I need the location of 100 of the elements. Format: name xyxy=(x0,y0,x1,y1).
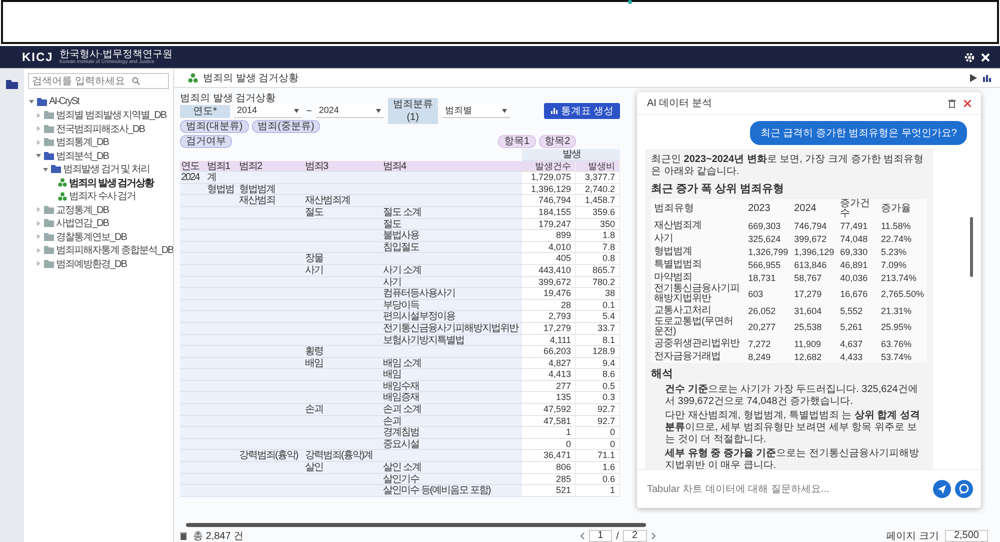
tree-item[interactable]: 경찰통계연보_DB xyxy=(28,230,126,244)
table-cell: 횡령 xyxy=(304,346,382,358)
dimension-chip[interactable]: 검거여부 xyxy=(180,135,232,148)
tree-item[interactable]: 범죄피해자통계 종합분석_DB xyxy=(28,244,173,257)
table-cell: 11.58% xyxy=(878,219,927,232)
table-cell xyxy=(180,230,206,242)
table-cell: 2,765.50% xyxy=(878,284,927,304)
column-header: 범죄1 xyxy=(206,160,238,172)
send-icon[interactable] xyxy=(933,480,951,498)
table-cell xyxy=(180,474,206,486)
generate-button[interactable]: 통계표 생성 xyxy=(544,103,620,119)
table-cell: 780.2 xyxy=(576,276,620,288)
table-cell xyxy=(180,438,206,450)
page-field[interactable]: 1 xyxy=(588,530,612,542)
table-cell: 325,624 xyxy=(745,232,792,245)
table-cell xyxy=(180,380,206,392)
chevron-right-icon[interactable] xyxy=(650,532,656,540)
tree-item[interactable]: 범죄의 발생 검거상황 xyxy=(28,176,154,190)
table-cell: 92.7 xyxy=(576,416,620,428)
table-cell xyxy=(180,369,206,381)
table-cell: 521 xyxy=(522,485,576,497)
table-cell: 63.76% xyxy=(878,337,927,350)
table-cell: 5,552 xyxy=(837,304,878,317)
table-cell: 전자금융거래법 xyxy=(651,350,746,363)
dropdown[interactable]: 2024 xyxy=(316,104,384,118)
column-header: 증가건수 xyxy=(837,199,878,219)
table-cell: 603 xyxy=(745,284,792,304)
table-cell: 손괴 xyxy=(382,416,522,428)
table-cell: 69,330 xyxy=(837,245,878,258)
triangle-dots-icon xyxy=(58,178,67,188)
column-header: 발생건수 xyxy=(522,160,576,172)
table-cell: 4,111 xyxy=(522,334,576,346)
chat-icon[interactable] xyxy=(955,480,973,498)
table-cell: 1.6 xyxy=(576,462,620,474)
table-cell: 3,377.7 xyxy=(576,172,620,184)
tree-item[interactable]: 사법연감_DB xyxy=(28,216,108,230)
table-cell: 사기 xyxy=(382,276,522,288)
table-cell: 사기 xyxy=(651,232,746,245)
dropdown[interactable]: 범죄별 xyxy=(442,104,510,118)
chevron-left-icon[interactable] xyxy=(580,532,585,540)
table-cell: 손괴 xyxy=(304,404,382,416)
table-cell xyxy=(180,206,206,219)
table-cell: 배임 xyxy=(304,358,382,370)
tree-item[interactable]: 교정통계_DB xyxy=(28,203,108,216)
table-cell: 사기 xyxy=(304,264,382,277)
column-header: 발생비 xyxy=(576,160,620,172)
scrollbar[interactable] xyxy=(186,523,646,527)
table-cell: 285 xyxy=(522,474,576,486)
table-cell: 40,036 xyxy=(837,271,878,284)
tree-item[interactable]: 범죄통계_DB xyxy=(28,136,108,149)
page-separator: / xyxy=(616,530,619,542)
table-cell: 절도 소계 xyxy=(382,206,522,219)
section-heading: 최근 증가 폭 상위 범죄유형 xyxy=(651,182,786,196)
play-icon[interactable] xyxy=(970,74,977,82)
folder-icon[interactable] xyxy=(6,79,18,89)
table-cell: 71.1 xyxy=(576,450,620,462)
table-cell xyxy=(180,218,206,230)
page-size-field[interactable]: 2,500 xyxy=(944,530,988,542)
table-cell: 21.31% xyxy=(878,304,927,317)
chart-icon xyxy=(550,107,558,115)
trash-icon[interactable] xyxy=(948,98,956,108)
dimension-chip[interactable]: 범죄(중분류) xyxy=(252,120,320,133)
scrollbar[interactable] xyxy=(970,217,973,277)
table-cell: 중요시설 xyxy=(382,438,522,450)
table-cell: 배임수재 xyxy=(382,380,522,392)
table-cell: 재산범죄계 xyxy=(651,219,746,232)
message-text: 최근인 2023~2024년 변화로 보면, 가장 크게 증가한 범죄유형은 아래와 같습니다. xyxy=(651,154,925,178)
tree-item[interactable]: 범죄별 범죄발생 지역별_DB xyxy=(28,108,166,122)
table-cell: 절도 xyxy=(304,206,382,219)
table-cell: 865.7 xyxy=(576,264,620,277)
trash-icon[interactable] xyxy=(180,532,187,540)
settings-icon[interactable] xyxy=(964,52,975,62)
table-cell: 7,272 xyxy=(745,337,792,350)
tree-item[interactable]: 전국범죄피해조사_DB xyxy=(28,122,144,136)
dropdown[interactable]: 2014 xyxy=(234,104,302,118)
column-header: 2024 xyxy=(791,199,838,219)
column-chart-icon[interactable] xyxy=(982,74,992,82)
search-field[interactable]: 검색어를 입력하세요 xyxy=(28,73,169,89)
table-cell: 전기통신금융사기피해방지법위반 xyxy=(382,322,522,334)
column-header: 연도 xyxy=(180,160,206,172)
tree-item[interactable]: 범죄자 수사 검거 xyxy=(28,190,136,203)
table-cell xyxy=(180,485,206,497)
dimension-chip[interactable]: 범죄(대분류) xyxy=(180,120,249,133)
table-cell: 0.8 xyxy=(576,253,620,265)
dimension-chip[interactable]: 항목1 xyxy=(498,135,536,148)
tree-item[interactable]: 범죄분석_DB xyxy=(28,149,108,162)
caret-icon xyxy=(294,108,299,112)
dimension-chip[interactable]: 항목2 xyxy=(538,135,576,148)
tree-item[interactable]: AI-CrySt xyxy=(28,95,79,108)
table-cell xyxy=(180,334,206,346)
panel-title: 범죄의 발생 검거상황 xyxy=(180,92,276,104)
column-header: 범죄2 xyxy=(238,160,304,172)
table-cell: 22.74% xyxy=(878,232,927,245)
table-cell: 11,909 xyxy=(791,337,838,350)
table-cell: 손괴 소계 xyxy=(382,404,522,416)
tree-item[interactable]: 범죄예방환경_DB xyxy=(28,257,126,270)
table-cell: 2,793 xyxy=(522,311,576,323)
table-cell: 17,279 xyxy=(522,322,576,334)
table-cell: 1.8 xyxy=(576,230,620,242)
tree-item[interactable]: 범죄발생 검거 및 처리 xyxy=(28,162,150,176)
